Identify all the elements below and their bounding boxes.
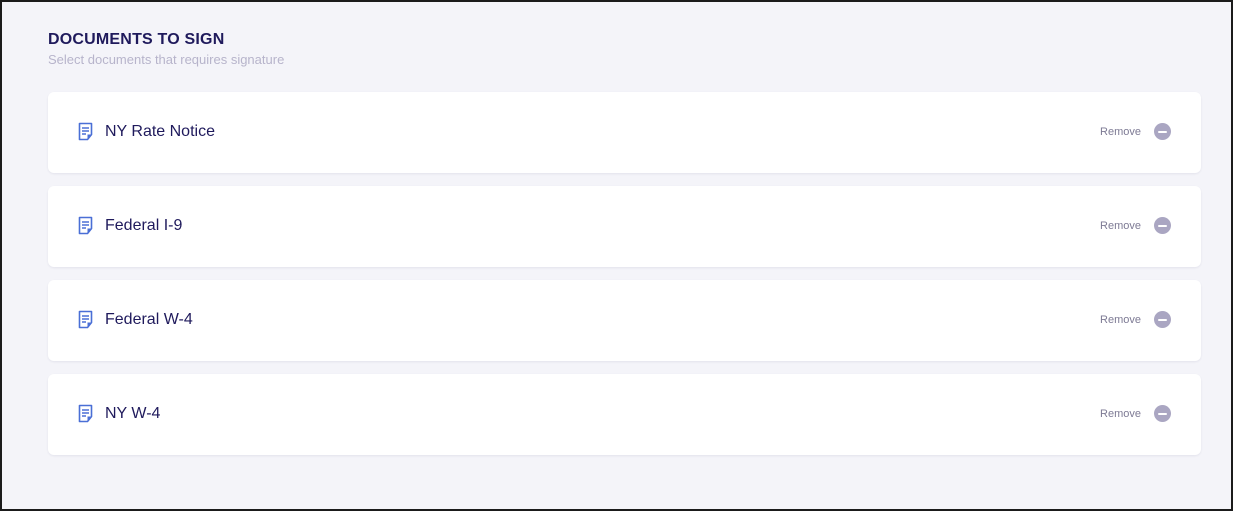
remove-label: Remove [1100,313,1141,326]
section-title: DOCUMENTS TO SIGN [48,31,225,48]
document-card: Federal I-9 Remove [48,186,1201,267]
document-name: Federal W-4 [105,311,193,328]
document-card: NY Rate Notice Remove [48,92,1201,173]
minus-circle-icon[interactable] [1154,311,1171,328]
document-card: Federal W-4 Remove [48,280,1201,361]
minus-circle-icon[interactable] [1154,217,1171,234]
documents-list: NY Rate Notice Remove Federal I-9 Remove [48,92,1201,468]
document-icon [78,310,93,329]
document-name: NY W-4 [105,405,161,422]
document-name: NY Rate Notice [105,123,215,140]
remove-label: Remove [1100,125,1141,138]
document-icon [78,404,93,423]
document-icon [78,122,93,141]
remove-button[interactable]: Remove [1100,123,1171,140]
remove-label: Remove [1100,219,1141,232]
page-frame: DOCUMENTS TO SIGN Select documents that … [0,0,1233,511]
remove-label: Remove [1100,407,1141,420]
document-name: Federal I-9 [105,217,183,234]
document-icon [78,216,93,235]
remove-button[interactable]: Remove [1100,405,1171,422]
section-header: DOCUMENTS TO SIGN Select documents that … [48,30,284,69]
minus-circle-icon[interactable] [1154,405,1171,422]
remove-button[interactable]: Remove [1100,311,1171,328]
section-subtitle: Select documents that requires signature [48,52,285,67]
remove-button[interactable]: Remove [1100,217,1171,234]
document-card: NY W-4 Remove [48,374,1201,455]
minus-circle-icon[interactable] [1154,123,1171,140]
